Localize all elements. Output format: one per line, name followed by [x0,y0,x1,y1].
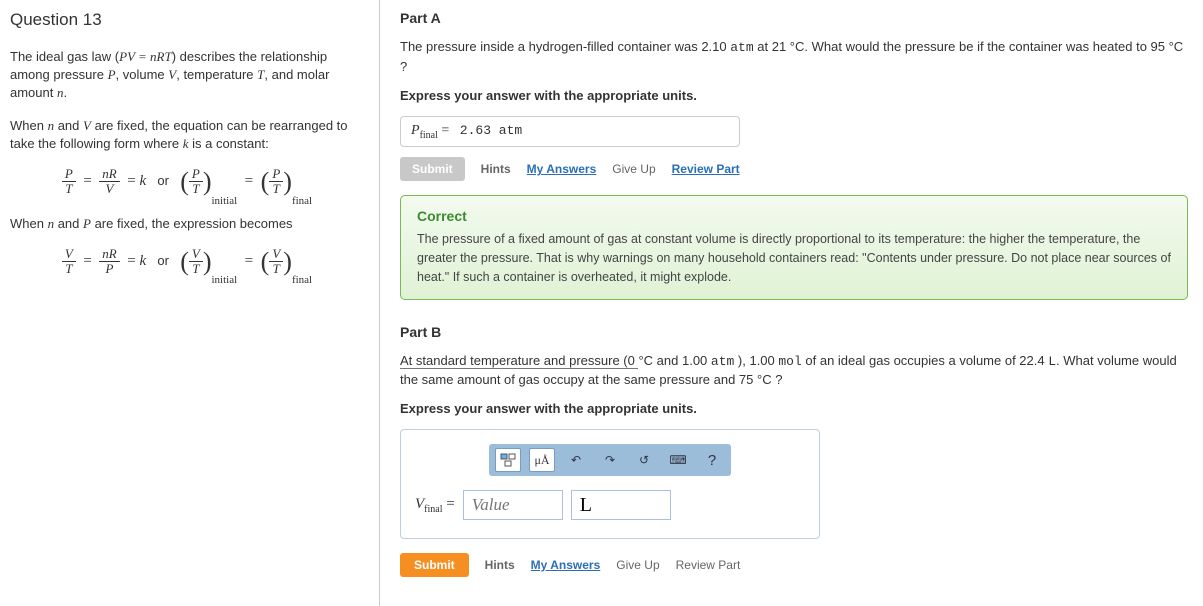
intro-paragraph-3: When n and P are fixed, the expression b… [10,215,364,233]
answer-input-panel: μÅ ↶ ↷ ↺ ⌨ ? Vfinal = [400,429,820,539]
value-input[interactable] [463,490,563,520]
intro-paragraph-1: The ideal gas law (PV = nRT) describes t… [10,48,364,103]
question-sidebar: Question 13 The ideal gas law (PV = nRT)… [0,0,380,606]
reset-icon[interactable]: ↺ [631,448,657,472]
my-answers-link[interactable]: My Answers [531,558,601,572]
hints-link[interactable]: Hints [485,558,515,572]
part-a-header: Part A [400,10,1188,26]
part-a-answer-box: Pfinal = 2.63 atm [400,116,740,148]
keyboard-icon[interactable]: ⌨ [665,448,691,472]
part-b-instruction: Express your answer with the appropriate… [400,400,1188,419]
my-answers-link[interactable]: My Answers [527,162,597,176]
question-title: Question 13 [10,10,364,30]
give-up-link[interactable]: Give Up [616,558,659,572]
part-b-header: Part B [400,324,1188,340]
correct-explanation: The pressure of a fixed amount of gas at… [417,230,1171,286]
review-part-link[interactable]: Review Part [672,162,740,176]
units-button[interactable]: μÅ [529,448,555,472]
part-a-instruction: Express your answer with the appropriate… [400,87,1188,106]
part-b-question: At standard temperature and pressure (0 … [400,352,1188,391]
part-a-question: The pressure inside a hydrogen-filled co… [400,38,1188,77]
correct-heading: Correct [417,208,1171,224]
review-part-link[interactable]: Review Part [676,558,741,572]
fraction-template-button[interactable] [495,448,521,472]
part-b-actions: Submit Hints My Answers Give Up Review P… [400,553,1188,577]
intro-paragraph-2: When n and V are fixed, the equation can… [10,117,364,153]
part-a-actions: Submit Hints My Answers Give Up Review P… [400,157,1188,181]
submit-button-disabled: Submit [400,157,465,181]
equation-2: VT = nRP = k or (VT)initial = (VT)final [10,247,364,277]
part-b-answer-label: Vfinal = [415,496,455,515]
undo-icon[interactable]: ↶ [563,448,589,472]
hints-link[interactable]: Hints [481,162,511,176]
redo-icon[interactable]: ↷ [597,448,623,472]
submit-button[interactable]: Submit [400,553,469,577]
correct-feedback-box: Correct The pressure of a fixed amount o… [400,195,1188,299]
equation-1: PT = nRV = k or (PT)initial = (PT)final [10,167,364,197]
formatting-toolbar: μÅ ↶ ↷ ↺ ⌨ ? [489,444,731,476]
give-up-link[interactable]: Give Up [612,162,655,176]
units-input[interactable] [571,490,671,520]
help-icon[interactable]: ? [699,448,725,472]
